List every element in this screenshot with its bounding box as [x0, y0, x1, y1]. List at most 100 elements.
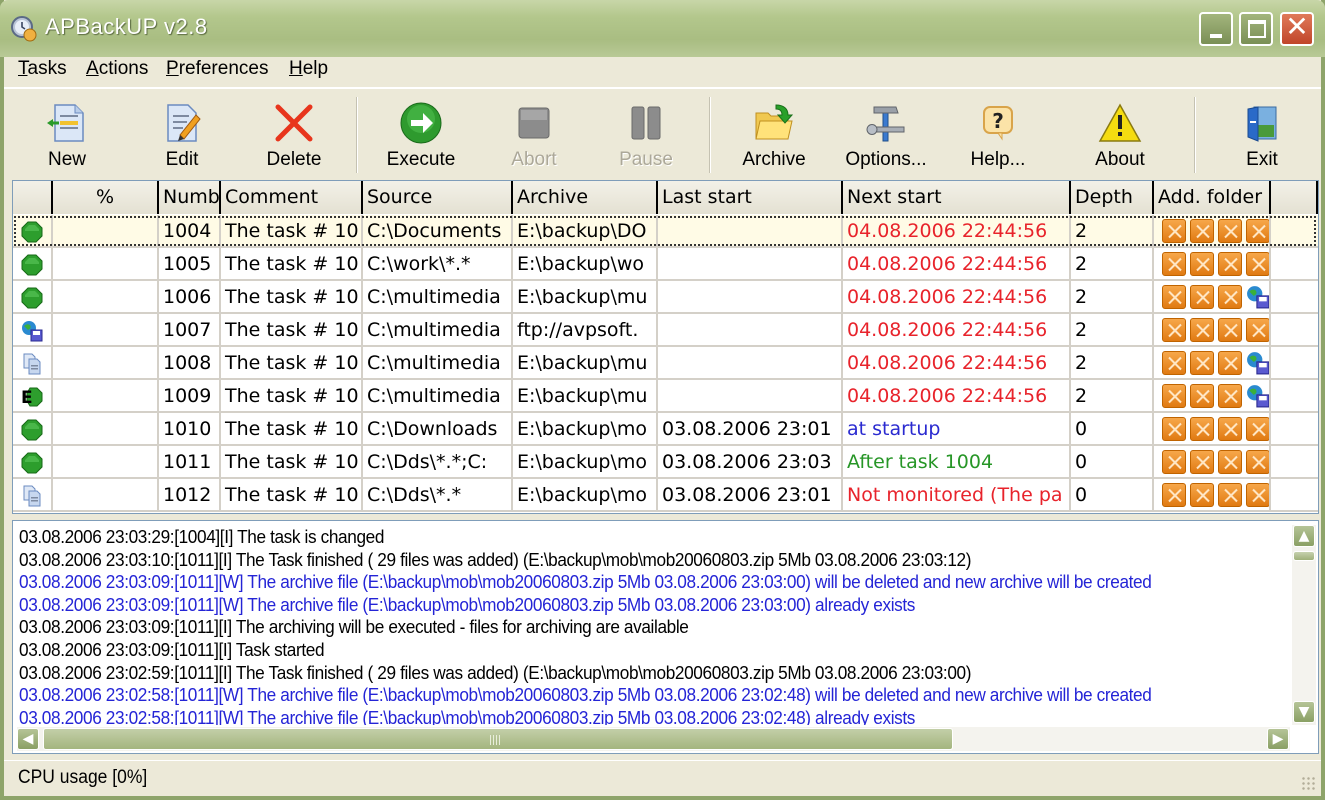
log-entry: 03.08.2006 23:03:09:[1011][I] The archiv…	[19, 616, 689, 638]
archive-button[interactable]: Archive	[732, 95, 816, 177]
about-button[interactable]: About	[1078, 95, 1162, 177]
cell-add-folder	[1154, 446, 1271, 479]
column-header-depth[interactable]: Depth	[1071, 181, 1154, 214]
column-header-number[interactable]: Numb	[159, 181, 221, 214]
scroll-down-button[interactable]: ▼	[1293, 701, 1315, 723]
table-row[interactable]: 1008 The task # 10 C:\multimedia E:\backup\…	[13, 347, 1318, 380]
cell-depth: 2	[1071, 314, 1154, 347]
table-row[interactable]: 1006 The task # 10 C:\multimedia E:\backup\…	[13, 281, 1318, 314]
cell-next-start: 04.08.2006 22:44:56	[843, 380, 1071, 413]
cell-status	[13, 314, 53, 347]
close-button[interactable]: ✕	[1280, 12, 1314, 46]
table-row[interactable]: E 1009 The task # 10 C:\multimedia E:\backup…	[13, 380, 1318, 413]
resize-grip-icon[interactable]	[1301, 776, 1315, 790]
menu-accelerator: H	[289, 58, 303, 79]
log-entry: 03.08.2006 23:03:29:[1004][I] The task i…	[19, 526, 385, 547]
ftp-globe-disk-icon	[22, 321, 43, 342]
column-header-status[interactable]	[13, 181, 53, 214]
menu-label-rest: ctions	[98, 58, 149, 79]
execute-label: Execute	[386, 149, 456, 170]
menu-actions[interactable]: Actions	[86, 58, 148, 80]
menu-preferences[interactable]: Preferences	[166, 58, 268, 80]
abort-button[interactable]: Abort	[494, 95, 574, 177]
scroll-left-button[interactable]: ◀	[17, 728, 39, 750]
horizontal-scroll-thumb[interactable]	[43, 728, 953, 750]
vertical-scroll-thumb[interactable]	[1293, 551, 1315, 561]
table-row[interactable]: 1007 The task # 10 C:\multimedia ftp://avps…	[13, 314, 1318, 347]
table-row[interactable]: 1005 The task # 10 C:\work\*.* E:\backup\wo…	[13, 248, 1318, 281]
column-header-percent[interactable]: %	[53, 181, 159, 214]
cell-last-start: 03.08.2006 23:01	[658, 479, 843, 512]
edit-button[interactable]: Edit	[142, 95, 222, 177]
table-row[interactable]: 1010 The task # 10 C:\Downloads E:\backup\m…	[13, 413, 1318, 446]
delete-button[interactable]: Delete	[254, 95, 334, 177]
execute-arrow-icon	[400, 102, 442, 144]
cell-status	[13, 446, 53, 479]
column-header-filler[interactable]	[1271, 181, 1318, 214]
column-header-comment[interactable]: Comment	[221, 181, 363, 214]
copy-documents-icon	[23, 485, 41, 507]
column-header-archive[interactable]: Archive	[513, 181, 658, 214]
cell-comment: The task # 10	[221, 380, 363, 413]
column-header-source[interactable]: Source	[363, 181, 513, 214]
cell-status: E	[13, 380, 53, 413]
cell-filler	[1271, 479, 1318, 512]
svg-text:E: E	[21, 388, 33, 408]
task-active-icon	[21, 287, 43, 309]
column-header-next-start[interactable]: Next start	[843, 181, 1071, 214]
help-button[interactable]: ? Help...	[956, 95, 1040, 177]
grip-icon	[490, 735, 502, 745]
orange-x-icon	[1218, 483, 1242, 507]
log-horizontal-scrollbar[interactable]: ◀ ▶	[17, 727, 1290, 751]
cell-next-start: at startup	[843, 413, 1071, 446]
about-label: About	[1095, 149, 1145, 170]
cell-number: 1005	[159, 248, 221, 281]
scroll-up-button[interactable]: ▲	[1293, 525, 1315, 547]
menu-help[interactable]: Help	[289, 58, 328, 80]
cell-source: C:\multimedia	[363, 347, 513, 380]
table-row[interactable]: 1004 The task # 10 C:\Documents E:\backup\D…	[13, 215, 1318, 248]
orange-x-icon	[1190, 252, 1214, 276]
exit-button[interactable]: Exit	[1224, 95, 1300, 177]
cell-depth: 2	[1071, 215, 1154, 248]
pause-button[interactable]: Pause	[606, 95, 686, 177]
minimize-button[interactable]	[1199, 12, 1233, 46]
menu-label-rest: elp	[302, 58, 329, 79]
log-entry: 03.08.2006 23:03:09:[1011][W] The archiv…	[19, 593, 916, 615]
cell-comment: The task # 10	[221, 215, 363, 248]
cell-comment: The task # 10	[221, 413, 363, 446]
maximize-button[interactable]	[1239, 12, 1273, 46]
new-document-icon	[47, 104, 84, 142]
execute-button[interactable]: Execute	[376, 95, 466, 177]
cell-comment: The task # 10	[221, 479, 363, 512]
cell-archive: E:\backup\mo	[513, 479, 658, 512]
cell-percent	[53, 215, 159, 248]
toolbar: New Edit Delete Execute Abort Pause Arch…	[4, 87, 1321, 179]
cell-number: 1011	[159, 446, 221, 479]
scroll-right-button[interactable]: ▶	[1267, 728, 1289, 750]
task-active-icon	[21, 419, 43, 441]
log-vertical-scrollbar[interactable]: ▲ ▼	[1292, 525, 1316, 725]
cell-add-folder	[1154, 281, 1271, 314]
column-header-add-folder[interactable]: Add. folder	[1154, 181, 1271, 214]
tools-icon	[866, 106, 905, 142]
cell-source: C:\work\*.*	[363, 248, 513, 281]
orange-x-icon	[1246, 252, 1269, 276]
orange-x-icon	[1190, 285, 1214, 309]
executing-task-icon: E	[21, 387, 43, 408]
help-bubble-icon: ?	[983, 106, 1013, 141]
cell-next-start: 04.08.2006 22:44:56	[843, 347, 1071, 380]
title-bar[interactable]: APBackUP v2.8 ✕	[0, 0, 1325, 57]
table-row[interactable]: 1011 The task # 10 C:\Dds\*.*;C: E:\backup\…	[13, 446, 1318, 479]
cell-depth: 0	[1071, 446, 1154, 479]
cell-comment: The task # 10	[221, 446, 363, 479]
table-row[interactable]: 1012 The task # 10 C:\Dds\*.* E:\backup\mo 0…	[13, 479, 1318, 512]
cell-last-start	[658, 347, 843, 380]
menu-accelerator: P	[166, 58, 179, 79]
column-header-last-start[interactable]: Last start	[658, 181, 843, 214]
cell-filler	[1271, 380, 1318, 413]
menu-tasks[interactable]: Tasks	[18, 58, 67, 80]
new-button[interactable]: New	[26, 95, 108, 177]
cell-filler	[1271, 314, 1318, 347]
options-button[interactable]: Options...	[842, 95, 930, 177]
